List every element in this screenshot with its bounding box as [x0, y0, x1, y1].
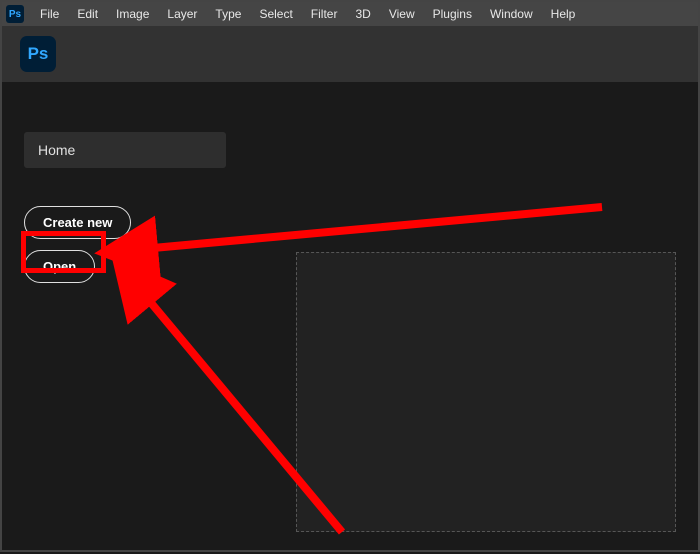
home-screen: Home Create new Open	[2, 82, 698, 550]
menu-file[interactable]: File	[32, 5, 67, 23]
home-heading: Home	[24, 132, 226, 168]
photoshop-icon-small: Ps	[6, 5, 24, 23]
menu-view[interactable]: View	[381, 5, 423, 23]
menu-3d[interactable]: 3D	[347, 5, 378, 23]
menu-filter[interactable]: Filter	[303, 5, 346, 23]
menu-window[interactable]: Window	[482, 5, 541, 23]
create-new-button[interactable]: Create new	[24, 206, 131, 239]
menu-image[interactable]: Image	[108, 5, 157, 23]
header-bar: Ps	[2, 26, 698, 82]
open-button[interactable]: Open	[24, 250, 95, 283]
menu-layer[interactable]: Layer	[159, 5, 205, 23]
menu-type[interactable]: Type	[207, 5, 249, 23]
photoshop-icon: Ps	[20, 36, 56, 72]
menu-bar: Ps File Edit Image Layer Type Select Fil…	[2, 2, 698, 26]
menu-plugins[interactable]: Plugins	[425, 5, 480, 23]
menu-select[interactable]: Select	[251, 5, 300, 23]
menu-help[interactable]: Help	[543, 5, 584, 23]
drop-zone[interactable]	[296, 252, 676, 532]
menu-edit[interactable]: Edit	[69, 5, 106, 23]
